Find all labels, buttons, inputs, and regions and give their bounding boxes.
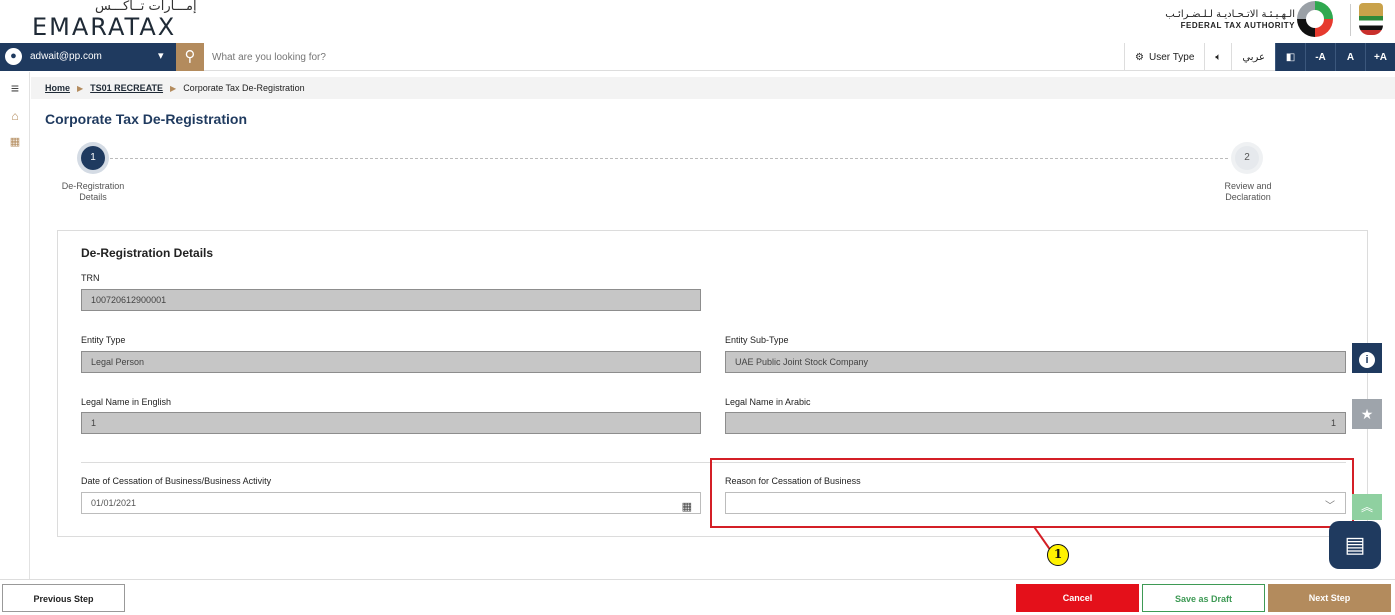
- search-icon: ⚲: [184, 48, 196, 65]
- font-normal-button[interactable]: A: [1335, 43, 1365, 71]
- user-menu[interactable]: ● adwait@pp.com ▾: [0, 43, 176, 71]
- step-2-indicator[interactable]: 2: [1235, 146, 1259, 170]
- cessation-date-value: 01/01/2021: [91, 498, 137, 508]
- user-type-button[interactable]: ⚙ User Type: [1124, 43, 1204, 71]
- stepper-line: [105, 158, 1228, 159]
- save-draft-button[interactable]: Save as Draft: [1142, 584, 1265, 612]
- contrast-button[interactable]: ◧: [1275, 43, 1305, 71]
- entity-subtype-label: Entity Sub-Type: [725, 335, 789, 345]
- info-button[interactable]: i: [1352, 343, 1382, 373]
- fta-name-arabic: الـهـيـئـة الاتـحـاديـة لـلـضـرائـب: [1165, 9, 1295, 20]
- star-icon: ★: [1360, 406, 1374, 422]
- favorite-button[interactable]: ★: [1352, 399, 1382, 429]
- navbar-tools: ⚙ User Type 🔈︎ عربي ◧ -A A +A: [1124, 43, 1395, 71]
- step-2-label: Review and Declaration: [1224, 181, 1272, 202]
- breadcrumb-current: Corporate Tax De-Registration: [183, 83, 305, 93]
- cessation-date-input[interactable]: 01/01/2021 ▦: [81, 492, 701, 514]
- apps-grid-icon[interactable]: ▦: [0, 135, 30, 148]
- hamburger-menu-icon[interactable]: ≡: [0, 80, 30, 96]
- calendar-icon[interactable]: ▦: [682, 497, 692, 518]
- user-type-label: User Type: [1149, 51, 1195, 63]
- chat-button[interactable]: ▤: [1329, 521, 1381, 569]
- chevron-up-icon: ︽: [1360, 500, 1373, 514]
- callout-number: 1: [1047, 544, 1069, 566]
- legal-name-ar-label: Legal Name in Arabic: [725, 397, 811, 407]
- top-header: إمـــارات تــاكـــس EMARATAX الـهـيـئـة …: [0, 0, 1395, 42]
- emaratax-logo-arabic: إمـــارات تــاكـــس: [95, 0, 197, 14]
- entity-type-label: Entity Type: [81, 335, 126, 345]
- trn-label: TRN: [81, 273, 100, 283]
- legal-name-en-field: 1: [81, 412, 701, 434]
- language-button[interactable]: عربي: [1231, 43, 1275, 71]
- scroll-top-button[interactable]: ︽: [1352, 494, 1382, 520]
- cancel-button[interactable]: Cancel: [1016, 584, 1139, 612]
- user-avatar-icon: ●: [5, 48, 22, 65]
- entity-type-field: Legal Person: [81, 351, 701, 373]
- font-increase-button[interactable]: +A: [1365, 43, 1395, 71]
- legal-name-ar-field: 1: [725, 412, 1346, 434]
- previous-step-button[interactable]: Previous Step: [2, 584, 125, 612]
- font-decrease-button[interactable]: -A: [1305, 43, 1335, 71]
- step-1-label: De-Registration Details: [61, 181, 125, 202]
- trn-field: 100720612900001: [81, 289, 701, 311]
- gear-icon: ⚙: [1135, 51, 1144, 63]
- breadcrumb-home[interactable]: Home: [45, 83, 70, 93]
- search-input[interactable]: [212, 47, 1052, 67]
- page-title: Corporate Tax De-Registration: [45, 111, 247, 127]
- legal-name-en-label: Legal Name in English: [81, 397, 172, 407]
- top-navbar: ● adwait@pp.com ▾ ⚲ ⚙ User Type 🔈︎ عربي …: [0, 43, 1395, 71]
- info-icon: i: [1359, 352, 1375, 368]
- contrast-icon: ◧: [1285, 51, 1296, 63]
- home-icon[interactable]: ⌂: [0, 109, 30, 123]
- user-email: adwait@pp.com: [30, 51, 102, 62]
- speaker-button[interactable]: 🔈︎: [1204, 43, 1231, 71]
- header-divider: [1350, 4, 1351, 36]
- chat-icon: ▤: [1344, 532, 1366, 557]
- cessation-date-label: Date of Cessation of Business/Business A…: [81, 476, 272, 486]
- chevron-right-icon: ▶: [170, 83, 177, 93]
- breadcrumb: Home ▶ TS01 RECREATE ▶ Corporate Tax De-…: [31, 77, 1395, 99]
- highlight-box: [710, 458, 1354, 528]
- breadcrumb-parent[interactable]: TS01 RECREATE: [90, 83, 163, 93]
- chevron-right-icon: ▶: [77, 83, 84, 93]
- emaratax-logo[interactable]: EMARATAX: [32, 13, 176, 41]
- search-button[interactable]: ⚲: [176, 43, 204, 71]
- sidebar: ≡ ⌂ ▦: [0, 72, 30, 615]
- fta-logo-icon: [1297, 1, 1333, 37]
- section-title: De-Registration Details: [81, 246, 214, 260]
- chevron-down-icon: ▾: [158, 50, 164, 62]
- next-step-button[interactable]: Next Step: [1268, 584, 1391, 612]
- speaker-icon: 🔈︎: [1215, 51, 1222, 63]
- step-1-indicator[interactable]: 1: [81, 146, 105, 170]
- uae-emblem-icon: [1359, 3, 1383, 35]
- entity-subtype-field: UAE Public Joint Stock Company: [725, 351, 1346, 373]
- fta-name-english: FEDERAL TAX AUTHORITY: [1180, 21, 1295, 30]
